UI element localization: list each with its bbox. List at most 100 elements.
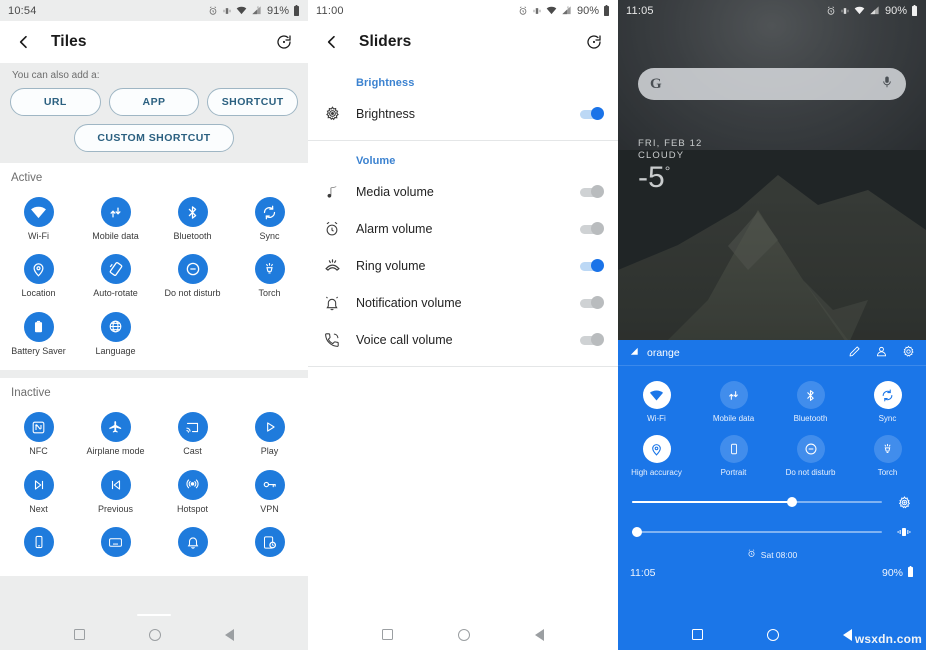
battery-icon <box>603 5 610 16</box>
row-label: Media volume <box>356 184 434 199</box>
qs-tile-do-not-disturb[interactable]: Do not disturb <box>772 429 849 483</box>
add-app-button[interactable]: APP <box>108 88 200 116</box>
home-icon[interactable] <box>457 628 470 641</box>
navigation-bar <box>308 619 618 650</box>
tile-wifi[interactable]: Wi-Fi <box>0 188 77 245</box>
signal-icon: x <box>561 5 572 16</box>
tile-previous[interactable]: Previous <box>77 461 154 518</box>
tile-language[interactable]: Language <box>77 303 154 360</box>
row-notification-volume[interactable]: Notification volume <box>308 284 618 321</box>
toggle-voice-call-volume[interactable] <box>578 333 604 346</box>
status-icons: x 90% <box>518 5 610 17</box>
wifi-icon <box>236 5 247 16</box>
page-title: Sliders <box>359 33 412 50</box>
home-icon[interactable] <box>767 628 779 641</box>
back-arrow-icon[interactable] <box>13 31 35 53</box>
keyboard-icon <box>100 527 131 558</box>
wifi-icon <box>546 5 557 16</box>
add-shortcut-button[interactable]: SHORTCUT <box>207 88 299 116</box>
ring-volume-icon <box>308 257 356 274</box>
qs-tile-label: Mobile data <box>712 414 755 423</box>
do-not-disturb-icon <box>796 435 825 463</box>
tile-do-not-disturb[interactable]: Do not disturb <box>154 245 231 302</box>
toggle-ring-volume[interactable] <box>578 259 604 272</box>
inactive-tiles-grid: NFC Airplane mode Cast Play Next Previou… <box>0 403 308 566</box>
add-chip-row: URL APP SHORTCUT <box>10 88 299 116</box>
tile-torch[interactable]: Torch <box>231 245 308 302</box>
row-voice-call-volume[interactable]: Voice call volume <box>308 321 618 358</box>
brightness-icon <box>308 105 356 122</box>
row-media-volume[interactable]: Media volume <box>308 173 618 210</box>
microphone-icon[interactable] <box>880 75 894 94</box>
back-arrow-icon[interactable] <box>321 31 343 53</box>
qs-tile-torch[interactable]: Torch <box>849 429 926 483</box>
toggle-notification-volume[interactable] <box>578 296 604 309</box>
phone-panel-tiles: 10:54 x 91% Tiles You can also add a: UR… <box>0 0 308 650</box>
tile-vpn[interactable]: VPN <box>231 461 308 518</box>
active-tiles-card: Active Wi-Fi Mobile data Bluetooth Sync … <box>0 163 308 371</box>
toggle-media-volume[interactable] <box>578 185 604 198</box>
footer-time: 11:05 <box>630 567 656 579</box>
qs-tile-portrait[interactable]: Portrait <box>695 429 772 483</box>
battery-icon <box>293 5 300 16</box>
tile-airplane-mode[interactable]: Airplane mode <box>77 403 154 460</box>
restore-icon[interactable] <box>583 31 605 53</box>
tile-label: Torch <box>258 288 281 299</box>
toggle-brightness[interactable] <box>578 107 604 120</box>
tile-hotspot[interactable]: Hotspot <box>154 461 231 518</box>
tile-sync[interactable]: Sync <box>231 188 308 245</box>
tile-auto-rotate[interactable]: Auto-rotate <box>77 245 154 302</box>
tile-nfc[interactable]: NFC <box>0 403 77 460</box>
home-icon[interactable] <box>149 628 161 641</box>
tile-battery-saver[interactable]: Battery Saver <box>0 303 77 360</box>
recents-icon[interactable] <box>382 629 394 640</box>
status-time: 11:00 <box>316 4 344 17</box>
google-search-bar[interactable]: G <box>638 68 906 100</box>
quick-settings-tiles: Wi-Fi Mobile data Bluetooth Sync High ac… <box>618 366 926 487</box>
nfc-icon <box>23 412 54 443</box>
qs-tile-high-accuracy[interactable]: High accuracy <box>618 429 695 483</box>
ring-volume-slider[interactable] <box>632 527 882 537</box>
tile-mobile-data[interactable]: Mobile data <box>77 188 154 245</box>
tile-screen-timeout[interactable] <box>231 518 308 566</box>
torch-icon <box>873 435 902 463</box>
gesture-handle <box>137 613 171 616</box>
weather-widget[interactable]: FRI, FEB 12 CLOUDY -5° <box>638 138 702 193</box>
tile-phone[interactable] <box>0 518 77 566</box>
status-battery-percent: 90% <box>884 4 907 17</box>
row-ring-volume[interactable]: Ring volume <box>308 247 618 284</box>
tile-keyboard[interactable] <box>77 518 154 566</box>
tile-bluetooth[interactable]: Bluetooth <box>154 188 231 245</box>
qs-tile-wifi[interactable]: Wi-Fi <box>618 375 695 429</box>
add-custom-shortcut-button[interactable]: CUSTOM SHORTCUT <box>74 124 234 152</box>
back-icon[interactable] <box>534 628 544 641</box>
phone-icon <box>23 527 54 558</box>
app-bar: Sliders <box>308 21 618 63</box>
tile-play[interactable]: Play <box>231 403 308 460</box>
location-pin-icon <box>23 254 54 285</box>
edit-pencil-icon[interactable] <box>848 345 861 361</box>
tile-bell[interactable] <box>154 518 231 566</box>
user-account-icon[interactable] <box>875 345 888 361</box>
qs-tile-mobile-data[interactable]: Mobile data <box>695 375 772 429</box>
degree-symbol: ° <box>664 163 671 179</box>
row-brightness[interactable]: Brightness <box>308 95 618 132</box>
restore-icon[interactable] <box>273 31 295 53</box>
row-alarm-volume[interactable]: Alarm volume <box>308 210 618 247</box>
add-url-button[interactable]: URL <box>10 88 101 116</box>
brightness-slider[interactable] <box>632 497 882 507</box>
recents-icon[interactable] <box>692 629 703 640</box>
tile-label: Language <box>95 345 136 356</box>
back-icon[interactable] <box>225 628 234 641</box>
cast-icon <box>177 412 208 443</box>
settings-gear-icon[interactable] <box>902 345 915 361</box>
tile-location[interactable]: Location <box>0 245 77 302</box>
toggle-alarm-volume[interactable] <box>578 222 604 235</box>
back-icon[interactable] <box>843 628 852 641</box>
tile-next[interactable]: Next <box>0 461 77 518</box>
qs-tile-sync[interactable]: Sync <box>849 375 926 429</box>
tile-cast[interactable]: Cast <box>154 403 231 460</box>
qs-tile-bluetooth[interactable]: Bluetooth <box>772 375 849 429</box>
recents-icon[interactable] <box>74 629 85 640</box>
bluetooth-icon <box>796 381 825 409</box>
